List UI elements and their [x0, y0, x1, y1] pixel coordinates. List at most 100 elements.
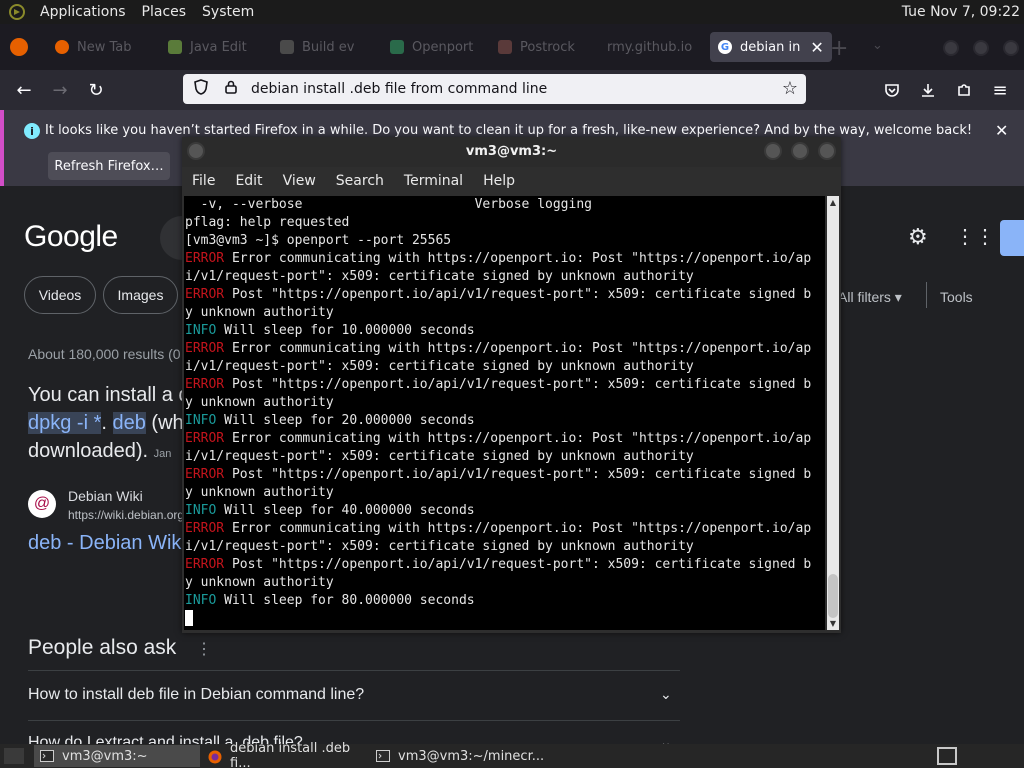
snippet-text: . [101, 412, 107, 434]
menu-file[interactable]: File [182, 173, 225, 189]
terminal-line: ERROR Error communicating with https://o… [185, 340, 825, 358]
scroll-up-icon[interactable]: ▲ [827, 198, 839, 207]
hamburger-menu-icon[interactable]: ≡ [988, 78, 1012, 102]
system-menu[interactable]: System [194, 4, 262, 20]
pocket-icon[interactable] [880, 78, 904, 102]
terminal-line-text: Post "https://openport.io/api/v1/request… [224, 287, 812, 302]
terminal-line-text: y unknown authority [185, 575, 334, 590]
tab-debian-install[interactable]: G debian in ✕ [710, 32, 832, 62]
scroll-down-icon[interactable]: ▼ [827, 619, 839, 628]
sign-in-button[interactable] [1000, 220, 1024, 256]
site-name[interactable]: Debian Wiki [68, 488, 143, 504]
address-bar[interactable]: debian install .deb file from command li… [183, 74, 806, 104]
divider [926, 282, 927, 308]
close-tab-icon[interactable]: ✕ [810, 38, 823, 57]
workspace-switcher[interactable] [937, 747, 957, 765]
terminal-line: i/v1/request-port": x509: certificate si… [185, 448, 825, 466]
terminal-scrollbar[interactable]: ▲ ▼ [827, 196, 839, 630]
tab-label: rmy.github.io [607, 39, 693, 55]
url-text[interactable]: debian install .deb file from command li… [251, 81, 547, 97]
terminal-prompt-line[interactable] [185, 610, 825, 628]
applications-menu[interactable]: Applications [32, 4, 134, 20]
terminal-line-text: Will sleep for 40.000000 seconds [216, 503, 475, 518]
maximize-icon[interactable] [973, 40, 989, 56]
terminal-line-text: Error communicating with https://openpor… [224, 251, 812, 266]
menu-view[interactable]: View [273, 173, 326, 189]
terminal-output[interactable]: -v, --verbose Verbose logging pflag: help… [184, 196, 825, 630]
bottom-taskbar: vm3@vm3:~ debian install .deb fi... vm3@… [0, 741, 1024, 768]
reload-icon[interactable]: ↻ [84, 78, 108, 102]
tab-postrock[interactable]: Postrock [498, 32, 575, 62]
chip-videos[interactable]: Videos [24, 276, 96, 314]
all-filters-label: All filters [838, 289, 891, 305]
divider [28, 670, 680, 671]
firefox-view-icon[interactable] [10, 38, 28, 56]
terminal-line: ERROR Error communicating with https://o… [185, 430, 825, 448]
terminal-titlebar[interactable]: vm3@vm3:~ [182, 137, 841, 167]
menu-terminal[interactable]: Terminal [394, 173, 473, 189]
tab-openport[interactable]: Openport [390, 32, 473, 62]
java-icon [168, 40, 182, 54]
chip-images[interactable]: Images [103, 276, 178, 314]
log-level-error: ERROR [185, 341, 225, 356]
close-window-icon[interactable] [1003, 40, 1019, 56]
tab-label: Openport [412, 39, 474, 55]
refresh-firefox-button[interactable]: Refresh Firefox… [48, 152, 170, 180]
terminal-line: [vm3@vm3 ~]$ openport --port 25565 [185, 232, 825, 250]
more-options-icon[interactable]: ⋮ [196, 639, 212, 659]
log-level-info: INFO [185, 413, 217, 428]
maximize-icon[interactable] [791, 142, 809, 160]
lock-icon[interactable] [223, 80, 239, 98]
paa-question[interactable]: How to install deb file in Debian comman… [28, 686, 364, 704]
browser-tab-bar: New Tab Java Edit Build ev Openport Post… [0, 24, 1024, 70]
show-desktop-icon[interactable] [4, 748, 24, 764]
terminal-line-text: Error communicating with https://openpor… [224, 521, 812, 536]
tab-github[interactable]: rmy.github.io [607, 32, 692, 62]
featured-snippet-line: dpkg -i *. deb (wh [28, 412, 184, 435]
tracking-shield-icon[interactable] [193, 79, 209, 99]
close-notification-icon[interactable]: ✕ [995, 121, 1008, 140]
terminal-line: ERROR Post "https://openport.io/api/v1/r… [185, 466, 825, 484]
result-title-link[interactable]: deb - Debian Wiki [28, 532, 186, 555]
task-terminal-home[interactable]: vm3@vm3:~ [34, 745, 200, 767]
task-terminal-minecraft[interactable]: vm3@vm3:~/minecr... [370, 745, 544, 767]
extensions-icon[interactable] [952, 78, 976, 102]
close-window-icon[interactable] [818, 142, 836, 160]
minimize-icon[interactable] [764, 142, 782, 160]
minimize-icon[interactable] [943, 40, 959, 56]
terminal-line-text: i/v1/request-port": x509: certificate si… [185, 449, 694, 464]
tab-build[interactable]: Build ev [280, 32, 354, 62]
menu-edit[interactable]: Edit [225, 173, 272, 189]
bookmark-star-icon[interactable]: ☆ [782, 78, 798, 99]
page-icon [280, 40, 294, 54]
tab-label: Build ev [302, 39, 355, 55]
back-icon[interactable]: ← [12, 78, 36, 102]
log-level-info: INFO [185, 503, 217, 518]
distro-logo-icon[interactable] [8, 3, 26, 21]
log-level-error: ERROR [185, 377, 225, 392]
menu-search[interactable]: Search [326, 173, 394, 189]
google-logo[interactable]: Google [24, 220, 118, 254]
terminal-window[interactable]: vm3@vm3:~ File Edit View Search Terminal… [182, 137, 841, 633]
forward-icon[interactable]: → [48, 78, 72, 102]
tools-button[interactable]: Tools [940, 289, 973, 305]
task-firefox[interactable]: debian install .deb fi... [202, 741, 368, 768]
tab-new-tab[interactable]: New Tab [55, 32, 132, 62]
places-menu[interactable]: Places [134, 4, 195, 20]
clock[interactable]: Tue Nov 7, 09:22 [902, 4, 1020, 20]
all-filters-dropdown[interactable]: All filters ▾ [838, 289, 902, 306]
firefox-icon [55, 40, 69, 54]
new-tab-icon[interactable]: + [830, 36, 848, 61]
google-apps-icon[interactable]: ⋮⋮ [955, 224, 995, 249]
scrollbar-thumb[interactable] [828, 574, 838, 618]
tab-java-edit[interactable]: Java Edit [168, 32, 247, 62]
chevron-down-icon[interactable]: ⌄ [660, 734, 672, 744]
debian-swirl-icon[interactable]: @ [28, 490, 56, 518]
terminal-line-text: Post "https://openport.io/api/v1/request… [224, 557, 812, 572]
chevron-down-icon[interactable]: ⌄ [872, 38, 883, 53]
settings-gear-icon[interactable]: ⚙ [908, 224, 928, 250]
download-icon[interactable] [916, 78, 940, 102]
menu-help[interactable]: Help [473, 173, 525, 189]
site-url[interactable]: https://wiki.debian.org [68, 508, 184, 522]
chevron-down-icon[interactable]: ⌄ [660, 686, 672, 703]
